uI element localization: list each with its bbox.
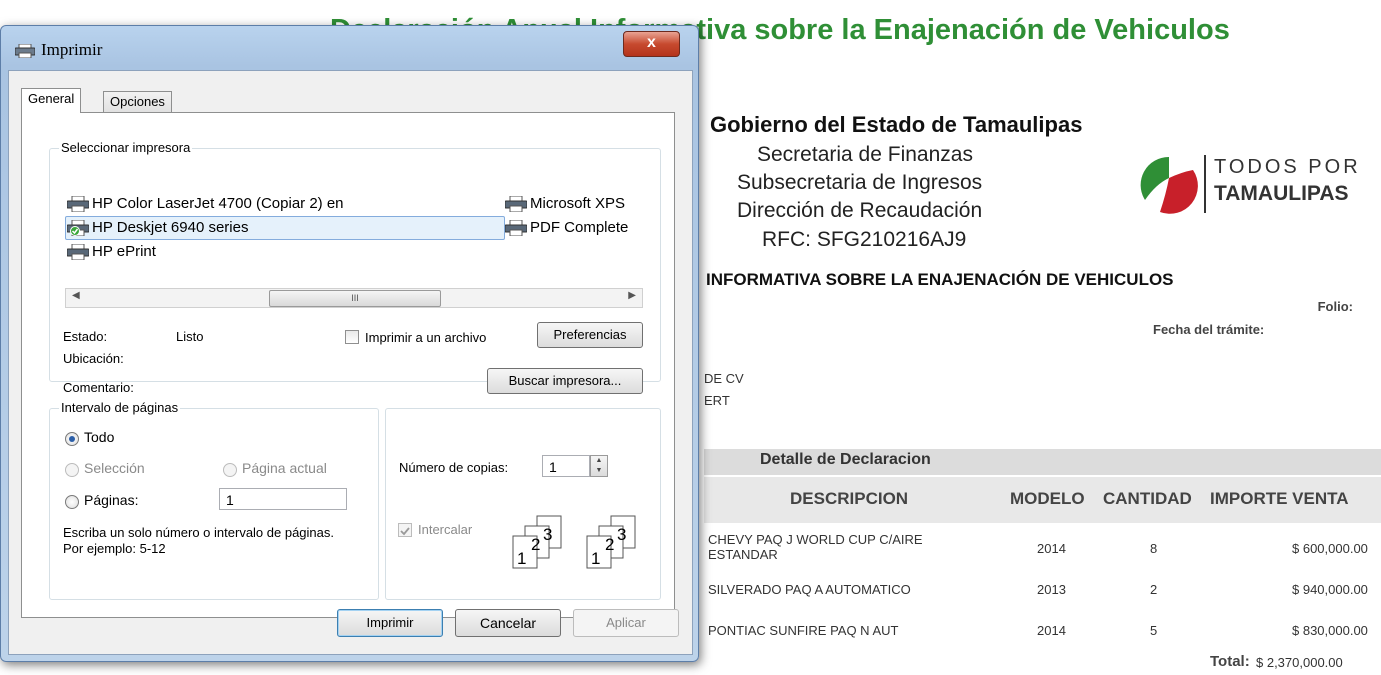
tab-opciones[interactable]: Opciones xyxy=(103,91,172,113)
copies-input[interactable]: 1 xyxy=(542,455,590,477)
copies-label: Número de copias: xyxy=(399,460,509,475)
close-button[interactable]: x xyxy=(623,31,680,57)
copies-stepper[interactable]: ▲ ▼ xyxy=(590,455,608,477)
sub-line-rfc: RFC: SFG210216AJ9 xyxy=(762,228,967,251)
range-pages-label[interactable]: Páginas: xyxy=(84,492,138,508)
printer-item[interactable]: Microsoft XPS xyxy=(505,195,625,212)
check-icon xyxy=(400,527,410,536)
printer-name: HP Color LaserJet 4700 (Copiar 2) en xyxy=(92,195,344,212)
printer-item[interactable]: HP Color LaserJet 4700 (Copiar 2) en xyxy=(67,195,344,212)
collate-label[interactable]: Intercalar xyxy=(418,522,472,537)
sub-line-ingresos: Subsecretaria de Ingresos xyxy=(737,171,983,194)
column-header-importe: IMPORTE VENTA xyxy=(1210,489,1349,508)
table-cell-descripcion: PONTIAC SUNFIRE PAQ N AUT xyxy=(708,623,899,638)
detalle-title: Detalle de Declaracion xyxy=(760,451,931,468)
table-cell-modelo: 2013 xyxy=(1037,582,1066,597)
table-cell-importe: $ 830,000.00 xyxy=(1292,623,1368,638)
column-header-modelo: MODELO xyxy=(1010,489,1085,508)
printer-item[interactable]: PDF Complete xyxy=(505,219,628,236)
printer-icon xyxy=(67,243,89,260)
find-printer-button[interactable]: Buscar impresora... xyxy=(487,368,643,394)
print-to-file-checkbox[interactable] xyxy=(345,330,359,344)
default-printer-icon xyxy=(67,219,89,236)
preferences-button[interactable]: Preferencias xyxy=(537,322,643,348)
total-label: Total: xyxy=(1210,653,1250,670)
page-range-hint: Escriba un solo número o intervalo de pá… xyxy=(63,525,334,556)
table-cell-modelo: 2014 xyxy=(1037,623,1066,638)
collate-page-number: 2 xyxy=(531,535,540,554)
pages-input[interactable]: 1 xyxy=(219,488,347,510)
dialog-titlebar[interactable]: Imprimir x xyxy=(1,26,698,70)
ubicacion-label: Ubicación: xyxy=(63,351,124,366)
table-cell-cantidad: 8 xyxy=(1150,541,1158,556)
scroll-right-arrow-icon[interactable]: ▶ xyxy=(628,290,636,301)
estado-label: Estado: xyxy=(63,329,108,344)
collate-pages-icon: 1 2 3 1 2 3 xyxy=(512,515,636,569)
printer-group-label: Seleccionar impresora xyxy=(59,140,193,155)
printer-icon xyxy=(505,195,527,212)
table-cell-descripcion: SILVERADO PAQ A AUTOMATICO xyxy=(708,582,911,597)
logo-text-top: TODOS POR xyxy=(1214,156,1361,178)
sub-line-recaudacion: Dirección de Recaudación xyxy=(737,199,983,222)
column-header-descripcion: DESCRIPCION xyxy=(790,489,909,508)
printer-name: HP ePrint xyxy=(92,243,156,260)
print-to-file-label[interactable]: Imprimir a un archivo xyxy=(365,330,486,345)
printer-icon xyxy=(505,219,527,236)
chevron-up-icon[interactable]: ▲ xyxy=(591,456,607,466)
range-selection-radio[interactable] xyxy=(65,463,79,477)
partial-text-ert: ERT xyxy=(704,393,730,408)
chevron-down-icon[interactable]: ▼ xyxy=(591,466,607,476)
estado-value: Listo xyxy=(176,329,204,344)
printer-icon xyxy=(67,195,89,212)
print-button[interactable]: Imprimir xyxy=(337,609,443,637)
printer-name: Microsoft XPS xyxy=(530,195,626,212)
collate-page-number: 1 xyxy=(517,549,526,568)
range-all-radio[interactable] xyxy=(65,432,79,446)
printer-icon xyxy=(15,44,35,58)
cancel-button[interactable]: Cancelar xyxy=(455,609,561,637)
fecha-tramite-label: Fecha del trámite: xyxy=(1153,322,1265,337)
partial-text-decv: DE CV xyxy=(704,371,744,386)
table-cell-importe: $ 600,000.00 xyxy=(1292,541,1368,556)
sub-line-finanzas: Secretaria de Finanzas xyxy=(757,143,973,166)
logo-emblem-icon xyxy=(1140,156,1198,214)
range-all-label[interactable]: Todo xyxy=(84,429,114,445)
folio-label: Folio: xyxy=(1317,299,1353,314)
table-cell-cantidad: 2 xyxy=(1150,582,1158,597)
printer-item[interactable]: HP Deskjet 6940 series xyxy=(67,219,248,236)
table-cell-modelo: 2014 xyxy=(1037,541,1066,556)
government-name: Gobierno del Estado de Tamaulipas xyxy=(710,112,1083,137)
print-dialog: Imprimir x General Opciones Seleccionar … xyxy=(0,25,699,662)
logo-separator xyxy=(1204,155,1206,213)
collate-page-number: 2 xyxy=(605,535,614,554)
total-value: $ 2,370,000.00 xyxy=(1256,655,1343,670)
range-pages-radio[interactable] xyxy=(65,495,79,509)
printer-list-scrollbar[interactable]: ◀ III ▶ xyxy=(65,288,643,308)
column-header-cantidad: CANTIDAD xyxy=(1103,489,1192,508)
range-current-page-radio[interactable] xyxy=(223,463,237,477)
range-current-page-label[interactable]: Página actual xyxy=(242,460,327,476)
apply-button[interactable]: Aplicar xyxy=(573,609,679,637)
collate-checkbox[interactable] xyxy=(398,523,412,537)
logo-text-bottom: TAMAULIPAS xyxy=(1214,182,1349,205)
printer-name: PDF Complete xyxy=(530,219,629,236)
range-selection-label[interactable]: Selección xyxy=(84,460,145,476)
tamaulipas-logo: TODOS POR TAMAULIPAS xyxy=(1136,150,1376,220)
table-cell-descripcion: CHEVY PAQ J WORLD CUP C/AIRE ESTANDAR xyxy=(708,532,923,562)
page-range-label: Intervalo de páginas xyxy=(59,400,181,415)
printer-name: HP Deskjet 6940 series xyxy=(92,219,249,236)
scroll-left-arrow-icon[interactable]: ◀ xyxy=(72,290,80,301)
collate-page-number: 3 xyxy=(543,525,552,544)
collate-page-number: 3 xyxy=(617,525,626,544)
table-cell-cantidad: 5 xyxy=(1150,623,1158,638)
dialog-title: Imprimir xyxy=(41,40,103,59)
comentario-label: Comentario: xyxy=(63,380,134,395)
table-cell-importe: $ 940,000.00 xyxy=(1292,582,1368,597)
scrollbar-thumb[interactable]: III xyxy=(269,290,441,307)
informativa-heading: INFORMATIVA SOBRE LA ENAJENACIÓN DE VEHI… xyxy=(706,270,1174,289)
collate-page-number: 1 xyxy=(591,549,600,568)
printer-item[interactable]: HP ePrint xyxy=(67,243,156,260)
tab-general[interactable]: General xyxy=(21,88,82,113)
